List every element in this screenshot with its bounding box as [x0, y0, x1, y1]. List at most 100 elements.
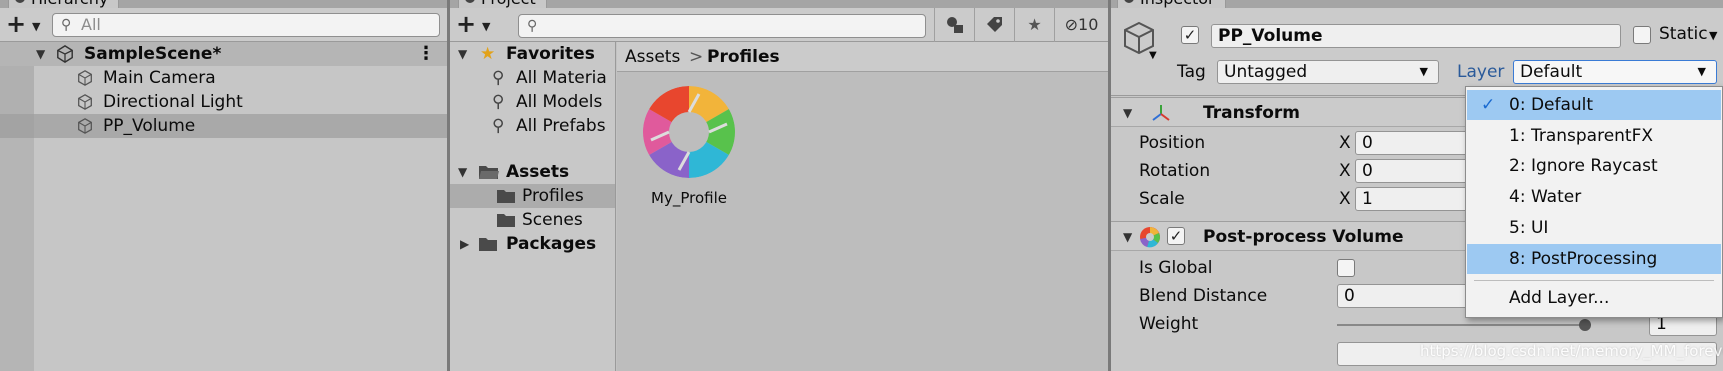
checkmark-icon: ✓	[1481, 95, 1496, 115]
static-dropdown-icon[interactable]: ▼	[1709, 29, 1717, 42]
scene-menu-icon[interactable]: ⋮	[417, 42, 435, 66]
folder-item-label: Scenes	[522, 210, 583, 230]
favorites-item[interactable]: ⚲ All Models	[450, 90, 615, 114]
scene-row[interactable]: ▼ SampleScene* ⋮	[0, 42, 447, 66]
add-layer-option[interactable]: Add Layer...	[1467, 283, 1721, 313]
layer-option[interactable]: 1: TransparentFX	[1467, 121, 1721, 151]
favorites-item[interactable]: ⚲ All Materia	[450, 66, 615, 90]
object-name-field[interactable]: PP_Volume	[1211, 24, 1621, 48]
layer-dropdown[interactable]: Default ▼	[1513, 60, 1717, 84]
hierarchy-search-input[interactable]: ⚲ All	[52, 13, 440, 37]
filter-by-label-icon[interactable]	[974, 8, 1014, 42]
breadcrumb-root[interactable]: Assets	[625, 42, 680, 72]
search-icon: ⚲	[492, 116, 505, 136]
favorites-star-icon[interactable]: ★	[1014, 8, 1054, 42]
scene-expand-icon[interactable]: ▼	[36, 42, 45, 66]
layer-option[interactable]: ✓ 0: Default	[1467, 90, 1721, 120]
assets-row[interactable]: ▼ Assets	[450, 160, 615, 184]
layer-option-label: 8: PostProcessing	[1509, 249, 1658, 269]
property-label: Position	[1139, 133, 1206, 153]
static-label: Static	[1659, 24, 1708, 44]
layer-option[interactable]: 2: Ignore Raycast	[1467, 151, 1721, 181]
search-icon: ⚲	[61, 17, 72, 33]
layer-option[interactable]: 4: Water	[1467, 182, 1721, 212]
create-button[interactable]: +	[6, 12, 26, 36]
folder-item[interactable]: Scenes	[450, 208, 615, 232]
hierarchy-panel: Hierarchy + ▼ ⚲ All ▼ SampleScene* ⋮ Mai…	[0, 0, 447, 371]
inspector-tab-icon	[1124, 0, 1134, 3]
project-toolbar: + ▼ ⚲ ★ ⊘10	[450, 8, 1108, 42]
ppvolume-expand-icon[interactable]: ▼	[1123, 222, 1132, 252]
hierarchy-item[interactable]: Directional Light	[0, 90, 447, 114]
project-folder-tree: ▼ ★ Favorites ⚲ All Materia ⚲ All Models…	[450, 42, 616, 371]
tag-value: Untagged	[1224, 62, 1308, 82]
favorites-expand-icon[interactable]: ▼	[458, 42, 467, 66]
property-label: Scale	[1139, 189, 1185, 209]
position-x-field[interactable]: 0	[1355, 131, 1475, 155]
project-tab[interactable]: Project	[458, 0, 547, 8]
weight-slider-track[interactable]	[1337, 324, 1585, 326]
menu-separator	[1474, 280, 1714, 281]
scale-x-field[interactable]: 1	[1355, 187, 1475, 211]
gameobject-cube-icon	[78, 94, 92, 110]
is-global-checkbox[interactable]	[1337, 259, 1355, 277]
tag-dropdown[interactable]: Untagged ▼	[1217, 60, 1439, 84]
icon-dropdown-icon[interactable]: ▼	[1149, 50, 1157, 61]
chevron-down-icon: ▼	[1419, 65, 1428, 78]
assets-expand-icon[interactable]: ▼	[458, 160, 467, 184]
favorites-item[interactable]: ⚲ All Prefabs	[450, 114, 615, 138]
transform-expand-icon[interactable]: ▼	[1123, 98, 1132, 128]
favorites-item-label: All Models	[516, 92, 603, 112]
packages-expand-icon[interactable]: ▶	[460, 232, 469, 256]
favorites-item-label: All Prefabs	[516, 116, 606, 136]
static-checkbox[interactable]	[1633, 26, 1651, 44]
layer-option-label: 0: Default	[1509, 95, 1594, 115]
layer-value: Default	[1520, 62, 1583, 82]
folder-icon	[497, 214, 515, 227]
layer-dropdown-menu: ✓ 0: Default 1: TransparentFX 2: Ignore …	[1465, 86, 1723, 318]
project-asset-view: Assets > Profiles My_Profile	[617, 42, 1108, 371]
asset-item[interactable]: My_Profile	[639, 84, 739, 207]
scene-name: SampleScene*	[84, 44, 222, 64]
postprocess-profile-icon	[643, 86, 735, 178]
project-create-button[interactable]: +	[456, 12, 476, 36]
hierarchy-tab-icon	[15, 0, 25, 3]
layer-option-highlighted[interactable]: 8: PostProcessing	[1467, 244, 1721, 274]
weight-slider-handle[interactable]	[1579, 319, 1591, 331]
layer-option-label: 5: UI	[1509, 218, 1549, 238]
inspector-tab[interactable]: Inspector	[1117, 0, 1226, 8]
folder-item-label: Profiles	[522, 186, 584, 206]
project-search-input[interactable]: ⚲	[518, 14, 926, 38]
inspector-header: ▼ ✓ PP_Volume Static ▼ Tag Untagged ▼ La…	[1111, 8, 1723, 96]
hierarchy-tab[interactable]: Hierarchy	[8, 0, 120, 8]
rotation-x-field[interactable]: 0	[1355, 159, 1475, 183]
create-dropdown-icon[interactable]: ▼	[32, 20, 40, 33]
hierarchy-item[interactable]: Main Camera	[0, 66, 447, 90]
favorites-row[interactable]: ▼ ★ Favorites	[450, 42, 615, 66]
postprocess-volume-icon	[1140, 227, 1160, 248]
breadcrumb-separator: >	[689, 47, 704, 67]
project-tabstrip: Project	[450, 0, 1108, 8]
layer-option-label: 1: TransparentFX	[1509, 126, 1654, 146]
project-tab-label: Project	[481, 0, 536, 8]
ppvolume-enabled-checkbox[interactable]: ✓	[1167, 227, 1185, 245]
hierarchy-item-label: Main Camera	[103, 68, 216, 88]
hidden-packages-button[interactable]: ⊘10	[1054, 8, 1108, 42]
project-create-dropdown-icon[interactable]: ▼	[482, 20, 490, 33]
folder-item-selected[interactable]: Profiles	[450, 184, 615, 208]
hierarchy-tab-label: Hierarchy	[31, 0, 108, 8]
axis-label: X	[1339, 161, 1351, 181]
breadcrumb-current[interactable]: Profiles	[707, 42, 780, 72]
active-checkbox[interactable]: ✓	[1181, 26, 1199, 44]
eye-slash-icon: ⊘	[1064, 15, 1079, 34]
hidden-count: 10	[1078, 15, 1099, 34]
packages-row[interactable]: ▶ Packages	[450, 232, 615, 256]
breadcrumb: Assets > Profiles	[617, 42, 1108, 72]
hierarchy-item-selected[interactable]: PP_Volume	[0, 114, 447, 138]
favorites-label: Favorites	[506, 44, 595, 64]
property-label: Is Global	[1139, 258, 1213, 278]
watermark-text: https://blog.csdn.net/memory_MM_forever	[1420, 342, 1723, 360]
filter-by-type-icon[interactable]	[934, 8, 974, 42]
hierarchy-gutter	[0, 90, 34, 114]
layer-option[interactable]: 5: UI	[1467, 213, 1721, 243]
